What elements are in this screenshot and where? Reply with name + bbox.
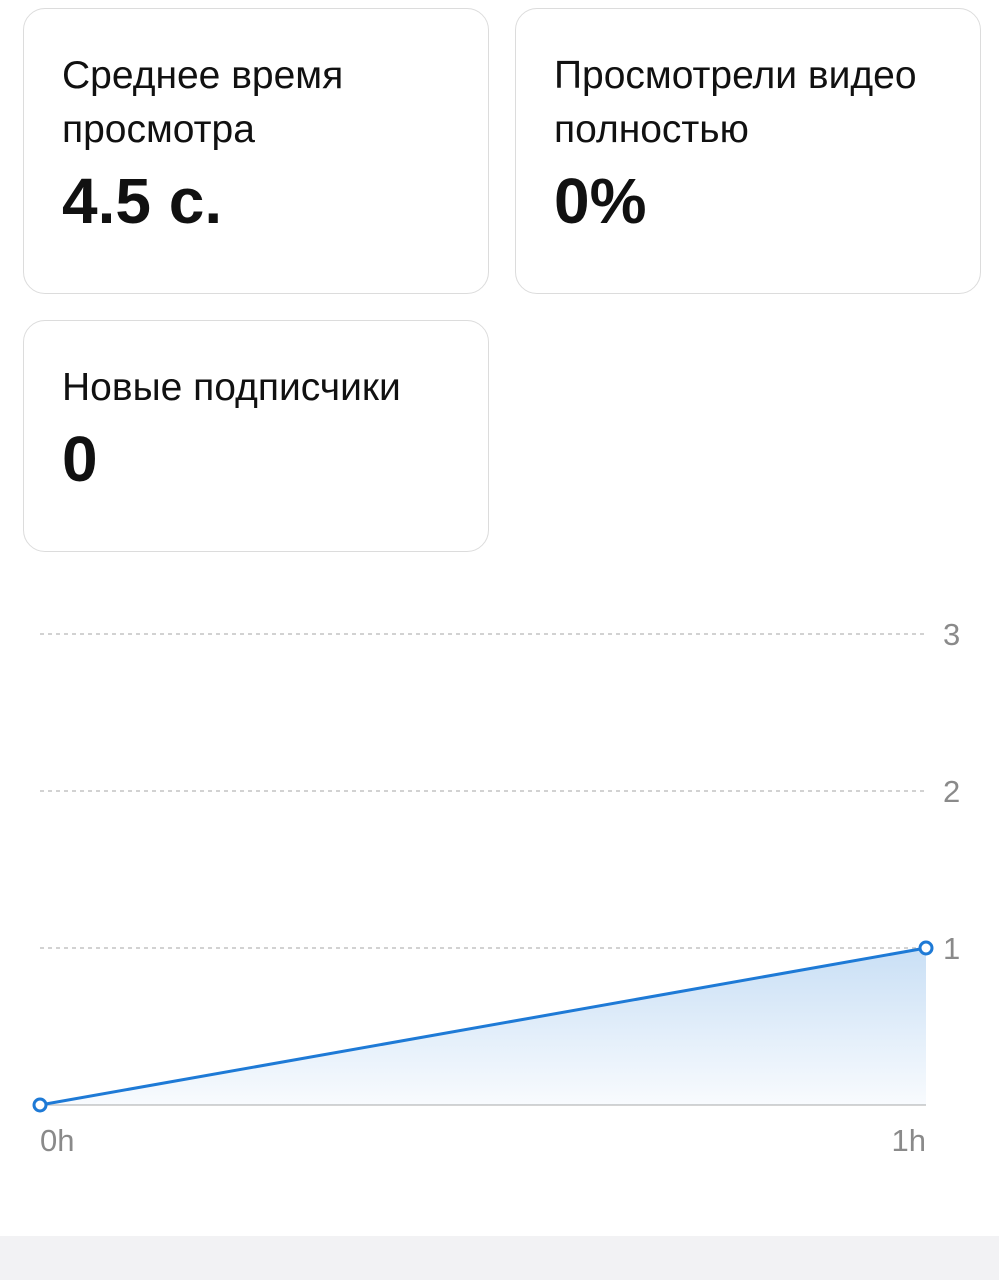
avg-watch-time-value: 4.5 с. [62,165,223,237]
x-tick-label: 0h [40,1123,74,1158]
avg-watch-time-label: Среднее время просмотра [62,54,344,151]
y-tick-label: 1 [943,931,960,966]
new-followers-value: 0 [62,423,98,495]
bottom-panel [0,1236,999,1280]
watched-full-value: 0% [554,165,647,237]
avg-watch-time-card: Среднее время просмотра 4.5 с. [23,8,489,294]
watched-full-label: Просмотрели видео полностью [554,54,917,151]
watched-full-card: Просмотрели видео полностью 0% [515,8,981,294]
y-tick-label: 3 [943,617,960,652]
new-followers-card: Новые подписчики 0 [23,320,489,552]
y-tick-label: 2 [943,774,960,809]
x-tick-label: 1h [892,1123,926,1158]
followers-chart: 1 2 3 0h 1h [32,617,960,1158]
new-followers-label: Новые подписчики [62,366,401,409]
data-point [918,940,934,956]
data-point [32,1097,48,1113]
